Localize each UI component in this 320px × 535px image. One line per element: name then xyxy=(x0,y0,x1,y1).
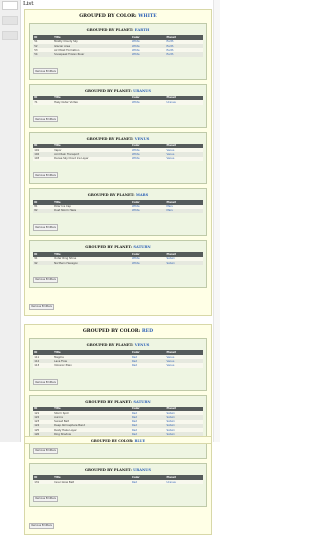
table-cell[interactable]: White xyxy=(130,208,166,213)
table-cell: Dust Storm Haze xyxy=(52,208,131,213)
left-panel-item[interactable] xyxy=(2,16,18,25)
table-cell: 54 xyxy=(33,52,53,57)
planet-group-title: GROUPED BY PLANET: URANUS xyxy=(84,468,152,473)
data-table: ID Title Color Planet 71 Hazy Outer Vortex Whi… xyxy=(33,95,203,105)
table-row[interactable]: 103 Dense Sky Cloud Ice Layer White Venus xyxy=(33,156,203,161)
table-cell[interactable]: Venus xyxy=(165,363,203,368)
color-group-title: GROUPED BY COLOR: WHITE xyxy=(79,14,157,19)
data-table: ID Title Color Planet 111 Magma Red Venus 112 Lav… xyxy=(33,350,203,368)
scrollbar[interactable] xyxy=(213,0,220,442)
remove-emitters-button[interactable]: Remove Emitters xyxy=(33,67,59,75)
table-cell: Snowpeak Frozen River xyxy=(52,52,131,57)
table-cell: 131 xyxy=(33,480,53,485)
table-cell[interactable]: Venus xyxy=(165,156,203,161)
planet-group-title: GROUPED BY PLANET: VENUS xyxy=(86,136,150,141)
planet-group: GROUPED BY PLANET: SATURN ID Title Color Pla… xyxy=(29,394,207,460)
table-cell: 113 xyxy=(33,363,53,368)
table-cell: Dense Sky Cloud Ice Layer xyxy=(52,156,131,161)
table-cell: 82 xyxy=(33,208,53,213)
data-table: ID Title Color Planet 91 Outer Ring Shine Whit… xyxy=(33,252,203,266)
planet-group: GROUPED BY PLANET: SATURN ID Title Color Pla… xyxy=(29,240,207,289)
table-cell[interactable]: Saturn xyxy=(165,260,203,266)
planet-group-title: GROUPED BY PLANET: URANUS xyxy=(84,88,152,93)
table-row[interactable]: 82 Dust Storm Haze White Mars xyxy=(33,208,203,213)
data-table: ID Title Color Planet 101 Vapor White Venus 102 A… xyxy=(33,143,203,161)
remove-emitters-button[interactable]: Remove Emitters xyxy=(33,115,59,123)
table-cell[interactable]: White xyxy=(130,156,166,161)
table-row[interactable]: 131 Inner Glow Belt Red Uranus xyxy=(33,480,203,485)
page-title: List xyxy=(23,1,34,7)
data-table: ID Title Color Planet 131 Inner Glow Belt Red U… xyxy=(33,475,203,485)
planet-group: GROUPED BY PLANET: MARS ID Title Color Plane… xyxy=(29,187,207,236)
data-table: ID Title Color Planet 51 Mostly Cloudy Sky Whi… xyxy=(33,35,203,57)
remove-emitters-button[interactable]: Remove Emitters xyxy=(33,495,59,502)
remove-emitters-button[interactable]: Remove Emitters xyxy=(33,276,59,283)
table-cell[interactable]: Mars xyxy=(165,208,203,213)
data-table: ID Title Color Planet 121 Storm Spot Red Saturn… xyxy=(33,406,203,437)
left-panel-item[interactable] xyxy=(2,31,18,40)
planet-group-title: GROUPED BY PLANET: SATURN xyxy=(85,399,151,404)
color-group-title: GROUPED BY COLOR: BLUE xyxy=(90,439,146,443)
remove-emitters-button[interactable]: Remove Emitters xyxy=(29,522,55,529)
grouped-list: GROUPED BY COLOR: WHITE GROUPED BY PLANET… xyxy=(24,9,212,535)
data-table: ID Title Color Planet 81 Polar Ice Cap White Ma… xyxy=(33,199,203,213)
table-cell: Hazy Outer Vortex xyxy=(52,100,131,105)
color-group: GROUPED BY COLOR: WHITE GROUPED BY PLANET… xyxy=(24,9,212,317)
table-cell[interactable]: White xyxy=(130,100,166,105)
planet-group-title: GROUPED BY PLANET: MARS xyxy=(87,192,149,197)
planet-group-title: GROUPED BY PLANET: VENUS xyxy=(86,343,150,348)
planet-group-title: GROUPED BY PLANET: SATURN xyxy=(85,245,151,249)
table-row[interactable]: 113 Volcanic Plain Red Venus xyxy=(33,363,203,368)
table-cell: Northern Hexagon xyxy=(52,260,131,266)
table-cell[interactable]: White xyxy=(130,260,166,266)
left-panel xyxy=(0,0,21,442)
table-cell[interactable]: White xyxy=(130,52,166,57)
table-cell[interactable]: Red xyxy=(130,363,166,368)
table-cell: Inner Glow Belt xyxy=(52,480,131,485)
table-cell: Volcanic Plain xyxy=(52,363,131,368)
remove-emitters-button[interactable]: Remove Emitters xyxy=(33,447,59,454)
table-cell: 71 xyxy=(33,100,53,105)
remove-emitters-button[interactable]: Remove Emitters xyxy=(33,224,59,231)
color-group-stub: GROUPED BY COLOR: BLUE xyxy=(24,436,212,444)
table-row[interactable]: 71 Hazy Outer Vortex White Uranus xyxy=(33,100,203,105)
planet-group: GROUPED BY PLANET: URANUS ID Title Color Pla… xyxy=(29,463,207,508)
table-row[interactable]: 92 Northern Hexagon White Saturn xyxy=(33,260,203,266)
remove-emitters-button[interactable]: Remove Emitters xyxy=(33,172,59,179)
left-panel-item[interactable] xyxy=(2,1,18,10)
table-row[interactable]: 54 Snowpeak Frozen River White Earth xyxy=(33,52,203,57)
planet-group: GROUPED BY PLANET: VENUS ID Title Color Plan… xyxy=(29,338,207,391)
table-cell: 103 xyxy=(33,156,53,161)
planet-group: GROUPED BY PLANET: VENUS ID Title Color Plan… xyxy=(29,131,207,184)
color-group: GROUPED BY COLOR: RED GROUPED BY PLANET: … xyxy=(24,324,212,535)
planet-group-title: GROUPED BY PLANET: EARTH xyxy=(86,28,150,32)
color-group-title: GROUPED BY COLOR: RED xyxy=(82,329,154,335)
remove-emitters-button[interactable]: Remove Emitters xyxy=(29,303,55,310)
remove-emitters-button[interactable]: Remove Emitters xyxy=(33,378,59,386)
table-cell: 92 xyxy=(33,260,53,266)
planet-group: GROUPED BY PLANET: EARTH ID Title Color Plan… xyxy=(29,23,207,80)
table-cell[interactable]: Red xyxy=(130,480,166,485)
table-cell[interactable]: Earth xyxy=(165,52,203,57)
table-cell[interactable]: Uranus xyxy=(165,100,203,105)
table-cell[interactable]: Uranus xyxy=(165,480,203,485)
planet-group: GROUPED BY PLANET: URANUS ID Title Color Pla… xyxy=(29,83,207,128)
